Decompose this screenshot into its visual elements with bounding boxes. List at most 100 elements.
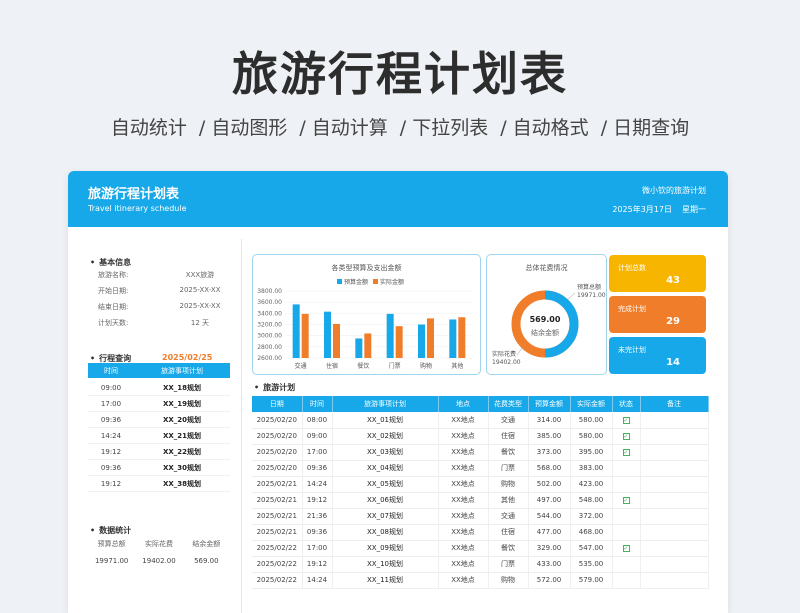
bar-actual (427, 318, 434, 358)
table-cell: 2025/02/21 (252, 476, 303, 493)
remark-cell[interactable] (640, 556, 709, 573)
checkbox-checked-icon[interactable]: ✓ (622, 449, 630, 456)
remark-cell[interactable] (640, 476, 709, 493)
schedule-row[interactable]: 19:12 XX_38规划 (88, 476, 230, 492)
checkbox-checked-icon[interactable]: ✓ (622, 497, 630, 504)
schedule-row[interactable]: 09:00 XX_18规划 (88, 380, 230, 396)
y-tick-label: 3600.00 (257, 299, 282, 306)
checkbox-checked-icon[interactable]: ✓ (622, 416, 630, 424)
info-value: XXX旅游 (185, 271, 215, 279)
table-cell: XX_02规划 (332, 428, 439, 445)
status-cell[interactable] (612, 572, 641, 589)
stat-label: 结余金额 (192, 540, 221, 548)
schedule-time: 19:12 (100, 447, 122, 456)
remark-cell[interactable] (640, 572, 709, 589)
checkbox-checked-icon[interactable]: ✓ (622, 433, 630, 440)
table-cell: XX_11规划 (332, 572, 439, 589)
schedule-row[interactable]: 09:36 XX_20规划 (88, 412, 230, 428)
stat-value: 569.00 (194, 557, 219, 565)
y-tick-label: 3800.00 (257, 288, 282, 295)
remark-cell[interactable] (640, 412, 709, 429)
feature-item: / 下拉列表 (399, 117, 489, 139)
donut-actual-label: 实际花费 (492, 351, 517, 358)
schedule-row[interactable]: 09:36 XX_30规划 (88, 460, 230, 476)
legend-label: 预算金额 (344, 278, 368, 286)
table-cell: 14:24 (302, 476, 333, 493)
kpi-value: 14 (666, 357, 680, 368)
table-cell: XX地点 (438, 412, 489, 429)
info-value: 2025-XX-XX (179, 302, 221, 310)
table-cell: 门票 (488, 460, 529, 477)
schedule-time: 19:12 (100, 479, 122, 488)
table-cell: 314.00 (528, 412, 571, 429)
remark-cell[interactable] (640, 508, 709, 525)
remark-cell[interactable] (640, 428, 709, 445)
remark-cell[interactable] (640, 460, 709, 477)
schedule-row[interactable]: 14:24 XX_21规划 (88, 428, 230, 444)
status-cell[interactable] (612, 476, 641, 493)
bar-actual (333, 323, 340, 358)
table-row[interactable]: 2025/02/20 17:00 XX_03规划 XX地点 餐饮 373.00 395.00… (252, 444, 709, 461)
table-row[interactable]: 2025/02/20 09:00 XX_02规划 XX地点 住宿 385.00 580.00… (252, 428, 709, 445)
status-cell[interactable] (612, 524, 641, 541)
column-header: 时间 (104, 366, 118, 375)
dashboard-card: 旅游行程计划表 Travel itinerary schedule 微小钦的旅游… (68, 171, 728, 613)
remark-cell[interactable] (640, 492, 709, 509)
status-cell[interactable]: ✓ (612, 492, 641, 509)
status-cell[interactable]: ✓ (612, 412, 641, 429)
remark-cell[interactable] (640, 540, 709, 557)
donut-budget-arc (544, 290, 579, 358)
table-cell: 门票 (488, 556, 529, 573)
table-row[interactable]: 2025/02/22 14:24 XX_11规划 XX地点 购物 572.00 579.00 (252, 572, 709, 589)
table-cell: 其他 (488, 492, 529, 509)
x-tick-label: 其他 (451, 362, 463, 370)
table-cell: XX_04规划 (332, 460, 439, 477)
table-cell: 477.00 (528, 524, 571, 541)
status-cell[interactable] (612, 508, 641, 525)
schedule-table-header: 时间 旅游事项计划 (88, 363, 230, 378)
stat-label: 预算总额 (97, 540, 126, 548)
table-cell: XX_07规划 (332, 508, 439, 525)
table-row[interactable]: 2025/02/20 09:36 XX_04规划 XX地点 门票 568.00 383.00 (252, 460, 709, 477)
status-cell[interactable]: ✓ (612, 428, 641, 445)
schedule-item: XX_19规划 (162, 399, 202, 408)
remark-cell[interactable] (640, 524, 709, 541)
table-cell: 09:36 (302, 460, 333, 477)
schedule-row[interactable]: 19:12 XX_22规划 (88, 444, 230, 460)
table-row[interactable]: 2025/02/21 19:12 XX_06规划 XX地点 其他 497.00 548.00… (252, 492, 709, 509)
stat-label: 实际花费 (144, 540, 173, 548)
status-cell[interactable] (612, 556, 641, 573)
remark-cell[interactable] (640, 444, 709, 461)
donut-center-label: 结余金额 (531, 329, 559, 337)
author-label: 微小钦的旅游计划 (642, 186, 706, 195)
feature-item: / 自动图形 (198, 117, 288, 139)
checkbox-checked-icon[interactable]: ✓ (622, 545, 630, 552)
table-row[interactable]: 2025/02/22 19:12 XX_10规划 XX地点 门票 433.00 535.00 (252, 556, 709, 573)
column-header: 实际金额 (570, 396, 613, 412)
schedule-time: 14:24 (100, 431, 122, 440)
table-row[interactable]: 2025/02/21 09:36 XX_08规划 XX地点 住宿 477.00 468.00 (252, 524, 709, 541)
table-cell: XX_10规划 (332, 556, 439, 573)
schedule-item: XX_18规划 (162, 383, 202, 392)
info-row: 旅游名称: XXX旅游 (98, 270, 228, 280)
card-subtitle: Travel itinerary schedule (88, 204, 187, 213)
status-cell[interactable]: ✓ (612, 540, 641, 557)
status-cell[interactable] (612, 460, 641, 477)
bar-chart: 预算金额 实际金额 3800.00 3600.00 3400.00 3200.00 3000… (257, 278, 473, 370)
table-cell: 住宿 (488, 428, 529, 445)
table-cell: XX_09规划 (332, 540, 439, 557)
info-label: 开始日期: (98, 287, 129, 295)
table-row[interactable]: 2025/02/21 21:36 XX_07规划 XX地点 交通 544.00 372.00 (252, 508, 709, 525)
kpi-value: 43 (666, 275, 680, 286)
table-cell: 568.00 (528, 460, 571, 477)
schedule-row[interactable]: 17:00 XX_19规划 (88, 396, 230, 412)
table-row[interactable]: 2025/02/20 08:00 XX_01规划 XX地点 交通 314.00 580.00… (252, 412, 709, 429)
bar-budget (418, 324, 425, 358)
table-row[interactable]: 2025/02/21 14:24 XX_05规划 XX地点 购物 502.00 423.00 (252, 476, 709, 493)
column-header: 状态 (612, 396, 641, 412)
info-label: 结束日期: (98, 303, 129, 311)
status-cell[interactable]: ✓ (612, 444, 641, 461)
query-date-select[interactable]: 2025/02/25 (162, 353, 212, 362)
table-row[interactable]: 2025/02/22 17:00 XX_09规划 XX地点 餐饮 329.00 547.00… (252, 540, 709, 557)
x-tick-label: 住宿 (326, 362, 338, 370)
